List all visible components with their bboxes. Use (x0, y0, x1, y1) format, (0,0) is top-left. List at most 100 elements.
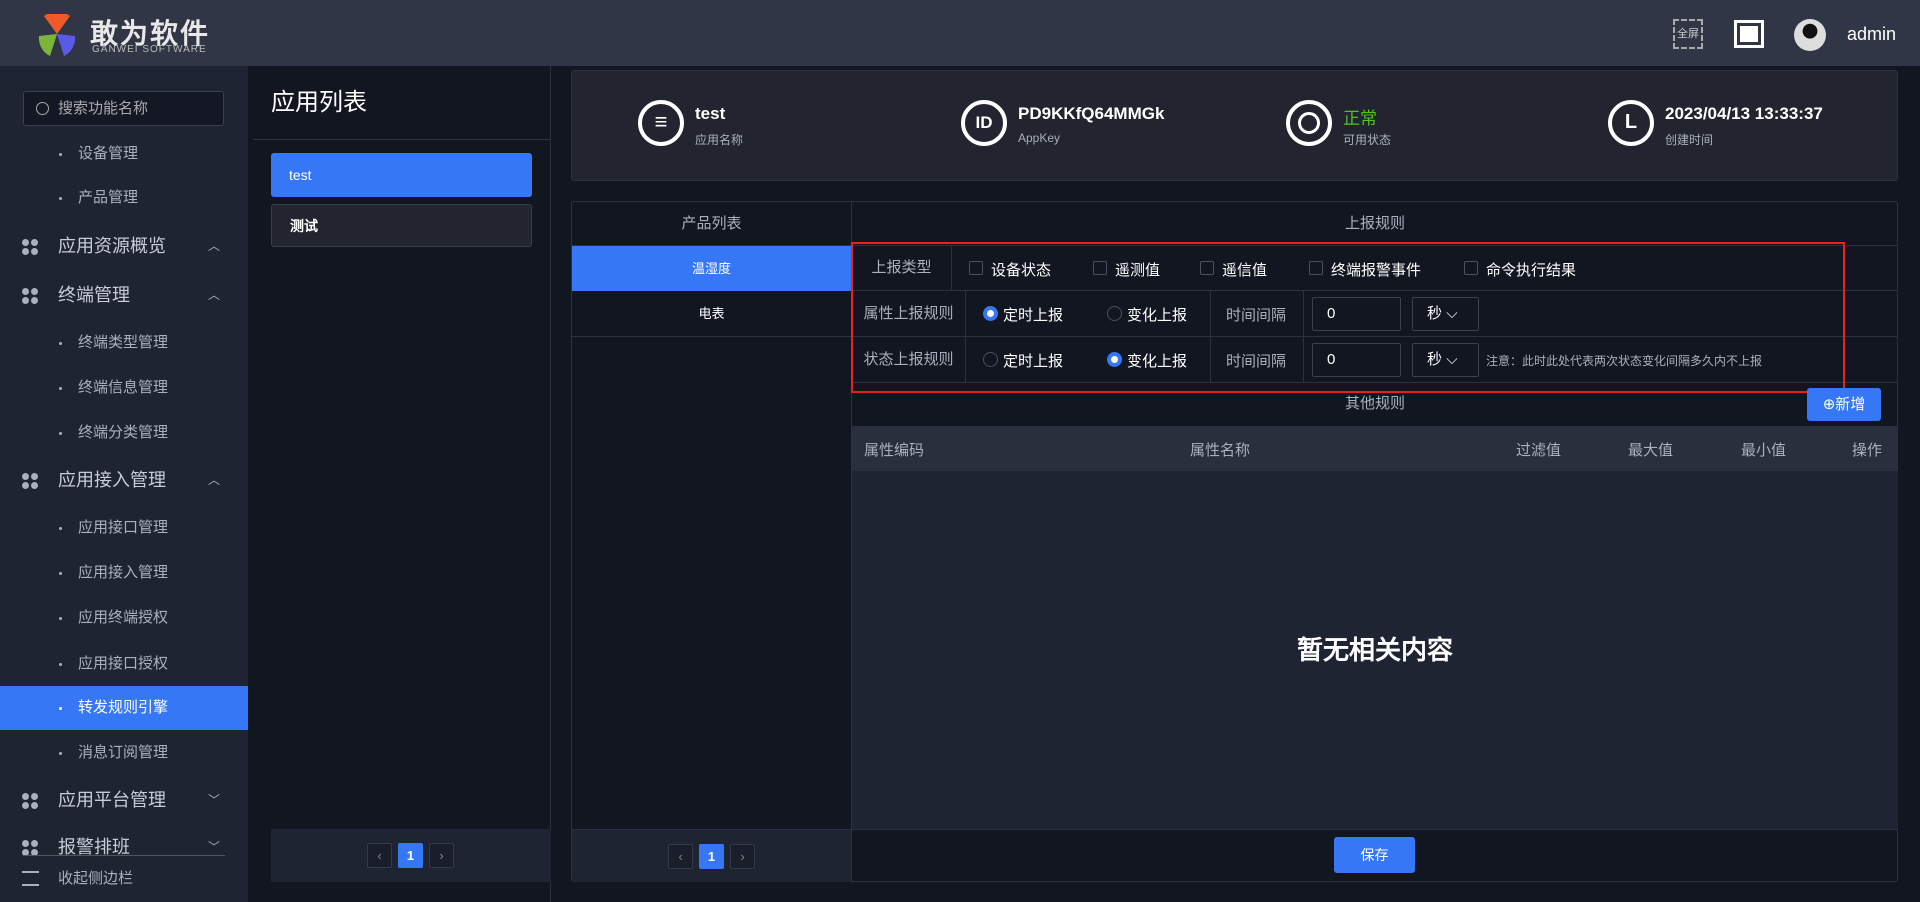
col-filter: 过滤值 (1516, 442, 1562, 459)
divider (852, 829, 1898, 830)
sidebar-item-label: 转发规则引擎 (78, 699, 169, 716)
product-item-meter[interactable]: 电表 (572, 291, 851, 337)
sidebar-item[interactable]: 设备管理 (0, 132, 248, 176)
report-rules-header: 上报规则 (852, 202, 1898, 246)
chevron-up-icon: ︿ (208, 288, 221, 302)
sidebar-item[interactable]: 终端信息管理 (0, 366, 248, 410)
app-name: test (695, 104, 726, 123)
menu-group-icon (22, 288, 38, 304)
page-1-button[interactable]: 1 (398, 843, 423, 868)
search-placeholder: 搜索功能名称 (58, 100, 149, 117)
appkey-value: PD9KKfQ64MMGk (1018, 104, 1165, 123)
sidebar-item[interactable]: 转发规则引擎 (0, 686, 248, 730)
add-label: 新增 (1835, 396, 1866, 413)
page-title: 应用列表 (271, 89, 367, 116)
sidebar-item[interactable]: 终端分类管理 (0, 411, 248, 455)
next-page-button[interactable]: › (730, 844, 755, 869)
sidebar-item-label: 应用平台管理 (58, 790, 166, 810)
chevron-up-icon: ︿ (208, 239, 221, 253)
col-attr-code: 属性编码 (864, 442, 925, 459)
sidebar-item[interactable]: ︿ 应用接入管理 (0, 458, 248, 502)
appkey-label: AppKey (1018, 131, 1061, 145)
sidebar-item[interactable]: 产品管理 (0, 176, 248, 220)
brand-subtitle: GANWEI SOFTWARE (92, 44, 207, 55)
sidebar-item-label: 报警排班 (58, 837, 130, 857)
collapse-label: 收起侧边栏 (58, 870, 134, 887)
created-time: 2023/04/13 13:33:37 (1665, 104, 1823, 123)
other-rules-header: 其他规则 (1344, 395, 1405, 412)
col-min: 最小值 (1741, 442, 1787, 459)
menu-group-icon (22, 473, 38, 489)
plus-circle-icon: ⊕ (1822, 396, 1836, 413)
sidebar-item-label: 应用终端授权 (78, 609, 169, 626)
sidebar-item[interactable]: 应用接入管理 (0, 551, 248, 595)
chevron-down-icon: ﹀ (208, 793, 221, 807)
sidebar-item[interactable]: ︿ 终端管理 (0, 273, 248, 317)
product-item-temp-humidity[interactable]: 温湿度 (572, 246, 851, 291)
chevron-up-icon: ︿ (208, 473, 221, 487)
sidebar-item[interactable]: 终端类型管理 (0, 321, 248, 365)
sidebar-item-label: 消息订阅管理 (78, 744, 169, 761)
sidebar-item[interactable]: 应用接口授权 (0, 642, 248, 686)
clock-icon: L (1608, 100, 1654, 146)
collapse-icon (22, 871, 39, 886)
sidebar-item-label: 应用接口管理 (78, 519, 169, 536)
id-icon: ID (961, 100, 1007, 146)
menu-group-icon (22, 793, 38, 809)
divider (253, 139, 551, 140)
sidebar-item-label: 终端分类管理 (78, 424, 169, 441)
sidebar-item[interactable]: 应用终端授权 (0, 596, 248, 640)
col-max: 最大值 (1628, 442, 1674, 459)
list-icon: ≡ (638, 100, 684, 146)
status-value: 正常 (1343, 109, 1377, 128)
top-header: 敢为软件 GANWEI SOFTWARE 全屏 admin (0, 0, 1920, 66)
prev-page-button[interactable]: ‹ (668, 844, 693, 869)
app-item-test[interactable]: test (271, 153, 532, 197)
status-icon (1286, 100, 1332, 146)
menu-group-icon (22, 840, 38, 856)
ganwei-logo-icon (38, 14, 76, 56)
divider (23, 855, 225, 856)
sidebar-item-label: 终端类型管理 (78, 334, 169, 351)
chevron-down-icon: ﹀ (208, 840, 221, 854)
sidebar-item[interactable]: 应用接口管理 (0, 506, 248, 550)
search-input[interactable]: 搜索功能名称 (23, 91, 224, 126)
product-list-header: 产品列表 (572, 202, 851, 246)
fullscreen-label: 全屏 (1677, 28, 1699, 40)
sidebar-item-label: 应用接口授权 (78, 655, 169, 672)
menu-group-icon (22, 239, 38, 255)
prev-page-button[interactable]: ‹ (367, 843, 392, 868)
sidebar-item[interactable]: ﹀ 应用平台管理 (0, 778, 248, 822)
sidebar-item[interactable]: ︿ 应用资源概览 (0, 224, 248, 268)
fullscreen-button[interactable]: 全屏 (1673, 19, 1703, 49)
screen-toggle-icon[interactable] (1734, 20, 1764, 48)
highlight-box (851, 242, 1845, 393)
app-list-pagination: ‹ 1 › (271, 829, 551, 882)
table-header: 属性编码 属性名称 过滤值 最大值 最小值 操作 (852, 426, 1898, 471)
col-attr-name: 属性名称 (1190, 442, 1251, 459)
sidebar-item[interactable]: ﹀ 报警排班 (0, 825, 248, 869)
sidebar-item-label: 应用资源概览 (58, 236, 166, 256)
add-button[interactable]: ⊕新增 (1807, 388, 1881, 421)
app-info-card: ≡ test 应用名称 ID PD9KKfQ64MMGk AppKey 正常 可… (571, 70, 1898, 181)
search-icon (36, 102, 49, 115)
status-label: 可用状态 (1343, 133, 1392, 147)
sidebar-item-label: 应用接入管理 (78, 564, 169, 581)
save-button[interactable]: 保存 (1334, 837, 1415, 873)
sidebar-item[interactable]: 消息订阅管理 (0, 731, 248, 775)
empty-state: 暂无相关内容 (852, 471, 1898, 829)
collapse-sidebar-button[interactable]: 收起侧边栏 (22, 866, 222, 892)
created-label: 创建时间 (1665, 133, 1714, 147)
next-page-button[interactable]: › (429, 843, 454, 868)
sidebar-item-label: 终端管理 (58, 285, 130, 305)
app-item-ceshi[interactable]: 测试 (271, 204, 532, 247)
sidebar-item-label: 应用接入管理 (58, 470, 166, 490)
sidebar-item-label: 终端信息管理 (78, 379, 169, 396)
avatar[interactable] (1794, 19, 1826, 51)
product-pagination: ‹ 1 › (572, 829, 851, 882)
page-1-button[interactable]: 1 (699, 844, 724, 869)
app-item-label: 测试 (290, 218, 318, 234)
rules-panel: 产品列表 温湿度 电表 ‹ 1 › 上报规则 上报类型 设备状态 遥测值 遥信值 终端… (571, 201, 1898, 882)
app-item-label: test (289, 167, 312, 183)
username[interactable]: admin (1847, 24, 1896, 45)
